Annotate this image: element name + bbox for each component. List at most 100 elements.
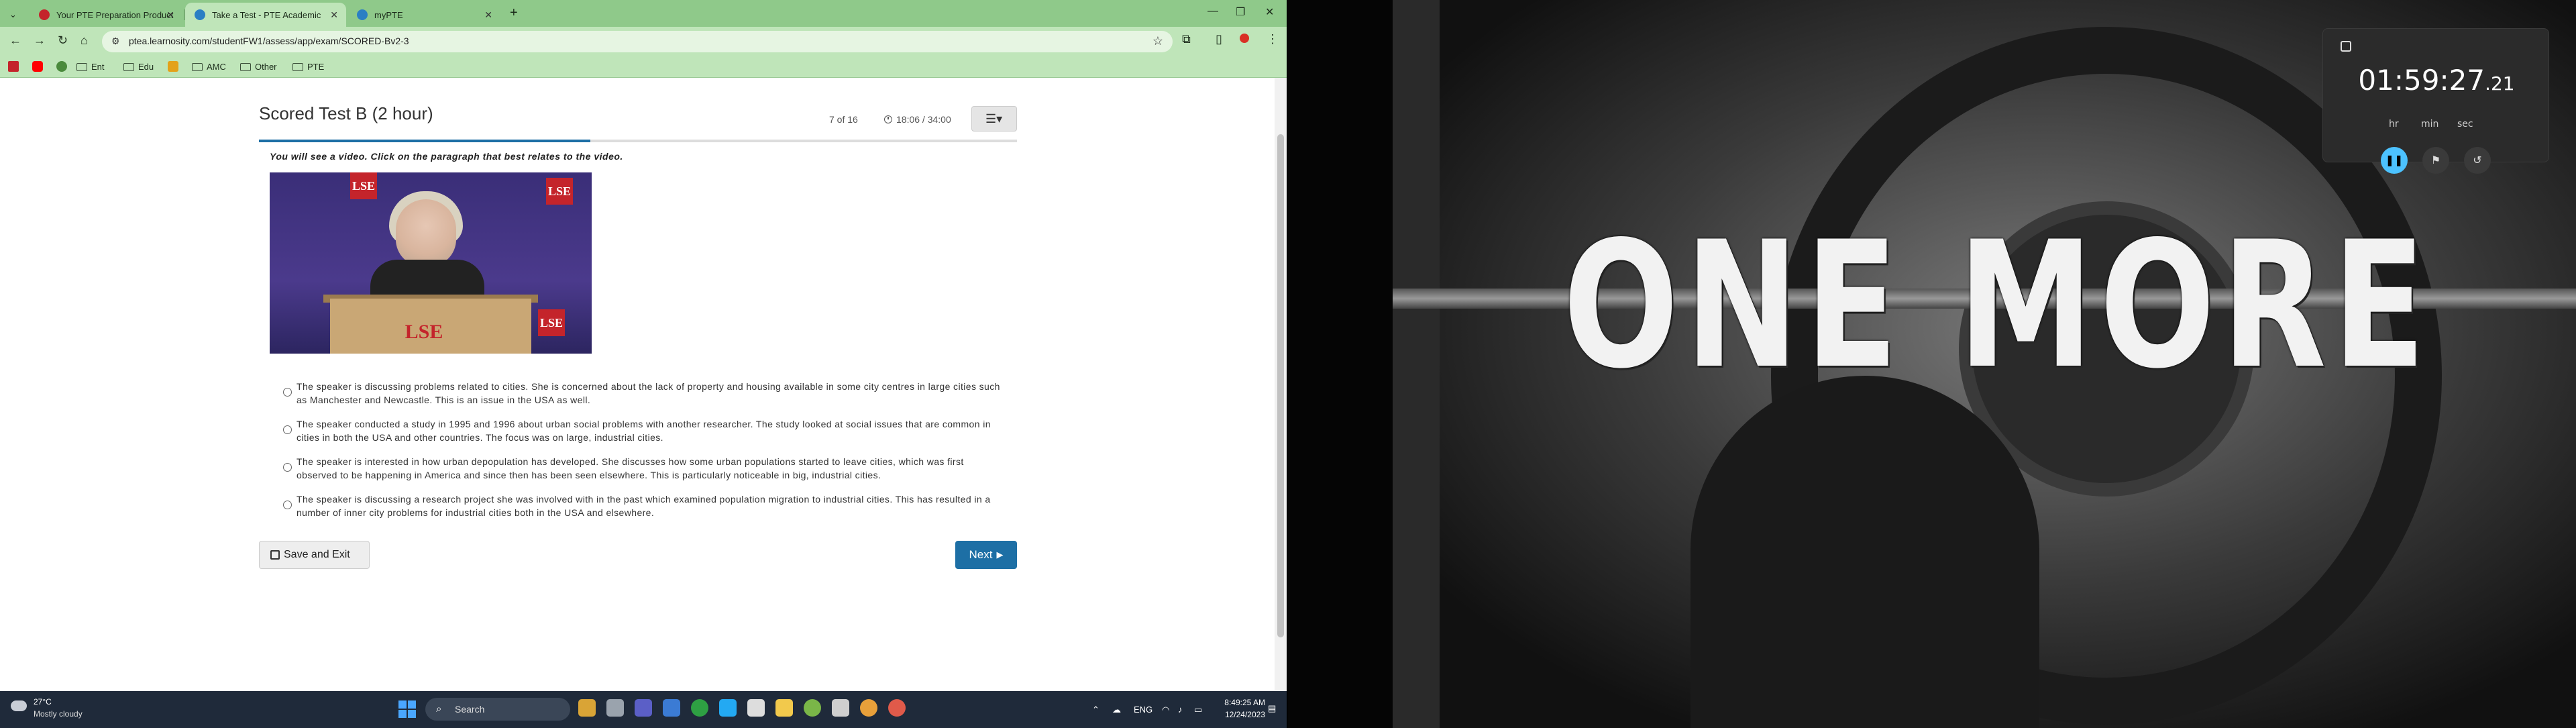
option-radio[interactable] xyxy=(283,388,292,397)
chrome-app-icon[interactable] xyxy=(691,699,708,717)
close-window-icon[interactable]: ✕ xyxy=(1265,5,1274,19)
stopwatch-centiseconds: .21 xyxy=(2485,72,2515,95)
lse-logo: LSE xyxy=(350,172,377,199)
pause-button[interactable]: ❚❚ xyxy=(2381,147,2408,174)
tab-label: Take a Test - PTE Academic xyxy=(212,9,321,20)
bookmark-folder-pte[interactable]: PTE xyxy=(292,62,324,72)
bookmark-folder-amc[interactable]: AMC xyxy=(192,62,226,72)
bookmark-label: Ent xyxy=(91,62,105,72)
stopwatch-widget: 01:59:27.21 hr min sec ❚❚ ⚑ ↺ xyxy=(2322,28,2549,174)
option-text[interactable]: The speaker is discussing a research pro… xyxy=(297,492,1001,519)
tab-pte-preparation[interactable]: Your PTE Preparation Product ✕ xyxy=(30,3,182,27)
volume-icon[interactable]: ♪ xyxy=(1178,705,1183,715)
close-tab-icon[interactable]: ✕ xyxy=(330,9,338,21)
option-text[interactable]: The speaker conducted a study in 1995 an… xyxy=(297,417,1001,444)
pte-favicon xyxy=(39,9,50,20)
squat-rack xyxy=(1393,0,1440,728)
page-title: Scored Test B (2 hour) xyxy=(259,103,433,123)
min-label: min xyxy=(2421,119,2439,129)
widgets-app-icon[interactable] xyxy=(578,699,596,717)
weather-description[interactable]: Mostly cloudy xyxy=(34,709,83,719)
compact-overlay-icon[interactable] xyxy=(2341,41,2351,52)
lap-button[interactable]: ⚑ xyxy=(2422,147,2449,174)
site-bookmark-icon[interactable] xyxy=(56,61,67,72)
bookmarks-bar: Ent Edu AMC Other PTE xyxy=(0,56,1287,78)
reset-button[interactable]: ↺ xyxy=(2464,147,2491,174)
site-info-icon[interactable]: ⚙ xyxy=(111,36,120,47)
taskbar-time[interactable]: 8:49:25 AM xyxy=(1218,698,1265,707)
chrome-app-icon[interactable] xyxy=(860,699,877,717)
tab-bar: ⌄ Your PTE Preparation Product ✕ Take a … xyxy=(0,0,1287,27)
weather-cloud-icon[interactable] xyxy=(11,700,27,711)
search-icon: ⌕ xyxy=(436,703,442,715)
bookmark-label: AMC xyxy=(207,62,226,72)
reload-icon[interactable]: ↻ xyxy=(58,34,68,48)
lse-logo: LSE xyxy=(546,178,573,205)
close-tab-icon[interactable]: ✕ xyxy=(166,9,174,21)
taskbar-search[interactable]: ⌕ Search xyxy=(425,698,570,721)
weather-temperature[interactable]: 27°C xyxy=(34,697,52,707)
question-instruction: You will see a video. Click on the parag… xyxy=(270,151,623,162)
battery-icon[interactable]: ▭ xyxy=(1194,705,1202,715)
chrome-profile-app-icon[interactable] xyxy=(804,699,821,717)
start-button[interactable] xyxy=(398,700,416,718)
pte-favicon xyxy=(357,9,368,20)
back-icon[interactable]: ← xyxy=(9,34,21,48)
task-view-icon[interactable] xyxy=(606,699,624,717)
url-text[interactable]: ptea.learnosity.com/studentFW1/assess/ap… xyxy=(129,36,409,46)
lecture-video[interactable]: LSE LSE LSE LSE xyxy=(270,172,592,354)
app-icon[interactable] xyxy=(832,699,849,717)
profile-avatar[interactable] xyxy=(1240,32,1249,46)
option-text[interactable]: The speaker is discussing problems relat… xyxy=(297,380,1001,407)
teams-app-icon[interactable] xyxy=(635,699,652,717)
address-bar[interactable]: ⚙ ptea.learnosity.com/studentFW1/assess/… xyxy=(102,31,1173,52)
bookmark-folder-edu[interactable]: Edu xyxy=(123,62,154,72)
site-bookmark-icon[interactable] xyxy=(168,61,178,72)
app-icon[interactable] xyxy=(747,699,765,717)
minimize-icon[interactable]: — xyxy=(1208,5,1218,17)
timer-text: 18:06 / 34:00 xyxy=(896,114,951,125)
browser-menu-icon[interactable]: ⋮ xyxy=(1267,32,1279,46)
language-indicator[interactable]: ENG xyxy=(1134,705,1152,715)
question-list-menu-button[interactable]: ☰▾ xyxy=(971,106,1017,132)
exam-progress-bar xyxy=(259,140,1017,142)
option-radio[interactable] xyxy=(283,463,292,472)
bookmark-folder-ent[interactable]: Ent xyxy=(76,62,105,72)
scrollbar-thumb[interactable] xyxy=(1277,134,1284,637)
tab-take-a-test[interactable]: Take a Test - PTE Academic ✕ xyxy=(185,3,346,27)
side-panel-icon[interactable]: ▯ xyxy=(1216,32,1222,46)
reset-icon: ↺ xyxy=(2473,155,2482,166)
close-tab-icon[interactable]: ✕ xyxy=(484,9,492,21)
bookmark-folder-other[interactable]: Other xyxy=(240,62,277,72)
maximize-icon[interactable]: ❐ xyxy=(1236,5,1245,19)
chrome-app-icon[interactable] xyxy=(888,699,906,717)
new-tab-button[interactable]: + xyxy=(510,5,518,21)
vscode-app-icon[interactable] xyxy=(719,699,737,717)
option-radio[interactable] xyxy=(283,425,292,434)
onedrive-icon[interactable]: ☁ xyxy=(1112,705,1121,715)
bookmark-star-icon[interactable]: ☆ xyxy=(1152,34,1163,48)
folder-icon xyxy=(292,62,303,71)
youtube-bookmark-icon[interactable] xyxy=(32,61,43,72)
next-button[interactable]: Next ▶ xyxy=(955,541,1017,569)
tab-search-button[interactable]: ⌄ xyxy=(0,3,28,27)
taskbar-date[interactable]: 12/24/2023 xyxy=(1218,710,1265,719)
save-and-exit-button[interactable]: Save and Exit xyxy=(259,541,370,569)
paint-app-icon[interactable] xyxy=(663,699,680,717)
notifications-icon[interactable]: ▤ xyxy=(1268,703,1276,714)
tab-mypte[interactable]: myPTE ✕ xyxy=(347,3,500,27)
wifi-icon[interactable]: ◠ xyxy=(1162,705,1169,715)
home-icon[interactable]: ⌂ xyxy=(80,34,88,48)
option-radio[interactable] xyxy=(283,501,292,509)
page-scrollbar[interactable] xyxy=(1275,78,1287,691)
extensions-icon[interactable]: ⧉ xyxy=(1182,32,1191,46)
forward-icon[interactable]: → xyxy=(34,34,46,48)
hr-label: hr xyxy=(2389,119,2399,129)
file-explorer-icon[interactable] xyxy=(775,699,793,717)
question-counter: 7 of 16 xyxy=(829,114,858,125)
gmail-bookmark-icon[interactable] xyxy=(8,61,19,72)
clock-icon xyxy=(884,115,892,123)
tray-overflow-icon[interactable]: ⌃ xyxy=(1092,705,1099,715)
tab-label: Your PTE Preparation Product xyxy=(56,9,174,20)
option-text[interactable]: The speaker is interested in how urban d… xyxy=(297,455,1001,482)
